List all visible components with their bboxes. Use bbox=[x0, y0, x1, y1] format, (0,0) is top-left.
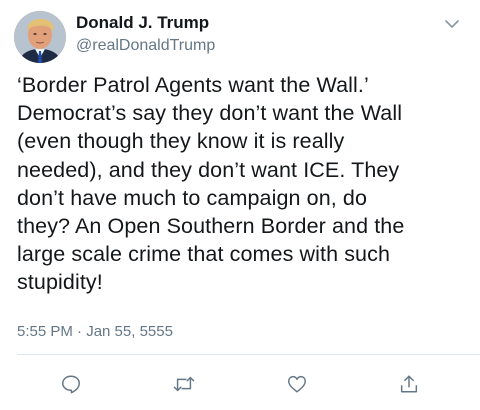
reply-button[interactable] bbox=[57, 370, 85, 398]
share-upload-icon bbox=[400, 375, 418, 393]
comment-bubble-icon bbox=[62, 375, 80, 394]
heart-icon bbox=[288, 375, 306, 393]
retweet-button[interactable] bbox=[170, 370, 198, 398]
user-handle[interactable]: @realDonaldTrump bbox=[76, 37, 215, 55]
retweet-arrows-icon bbox=[173, 376, 195, 392]
tweet-text: ‘Border Patrol Agents want the Wall.’ De… bbox=[17, 73, 405, 295]
divider bbox=[17, 354, 480, 355]
chevron-down-icon[interactable] bbox=[442, 14, 462, 34]
tweet-timestamp[interactable]: 5:55 PM · Jan 55, 5555 bbox=[17, 323, 173, 340]
share-button[interactable] bbox=[395, 370, 423, 398]
like-button[interactable] bbox=[283, 370, 311, 398]
profile-photo-icon bbox=[14, 11, 66, 63]
avatar[interactable] bbox=[14, 11, 66, 63]
action-bar bbox=[0, 370, 480, 400]
display-name[interactable]: Donald J. Trump bbox=[76, 13, 209, 33]
tweet-card: Donald J. Trump @realDonaldTrump ‘Border… bbox=[0, 0, 480, 410]
